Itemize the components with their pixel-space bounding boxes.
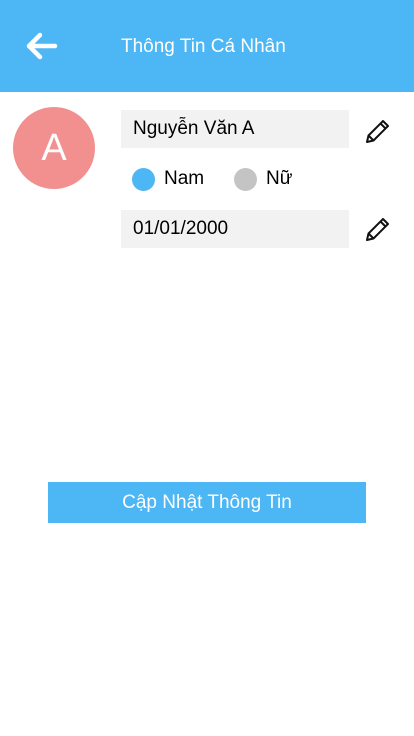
edit-name-button[interactable] xyxy=(362,115,394,147)
app-bar: Thông Tin Cá Nhân xyxy=(0,0,414,92)
radio-unselected-icon xyxy=(234,167,257,191)
pencil-icon xyxy=(366,120,389,143)
gender-radio-female[interactable]: Nữ xyxy=(234,166,292,192)
gender-label-male: Nam xyxy=(164,168,205,189)
profile-screen: Thông Tin Cá Nhân A Nguyễn Văn A Nam Nữ … xyxy=(0,0,414,736)
avatar-letter: A xyxy=(41,126,67,169)
birthdate-value: 01/01/2000 xyxy=(133,218,229,239)
back-button[interactable] xyxy=(22,28,60,64)
edit-birthdate-button[interactable] xyxy=(362,213,394,245)
birthdate-field[interactable]: 01/01/2000 xyxy=(121,210,349,248)
gender-label-female: Nữ xyxy=(266,168,293,189)
gender-radio-male[interactable]: Nam xyxy=(132,166,204,192)
arrow-left-icon xyxy=(26,32,58,60)
radio-selected-icon xyxy=(132,167,155,191)
avatar: A xyxy=(13,107,95,189)
pencil-icon xyxy=(366,218,389,241)
name-field[interactable]: Nguyễn Văn A xyxy=(121,110,349,148)
update-info-button[interactable]: Cập Nhật Thông Tin xyxy=(48,482,366,523)
page-title: Thông Tin Cá Nhân xyxy=(121,36,286,57)
name-value: Nguyễn Văn A xyxy=(133,118,255,139)
